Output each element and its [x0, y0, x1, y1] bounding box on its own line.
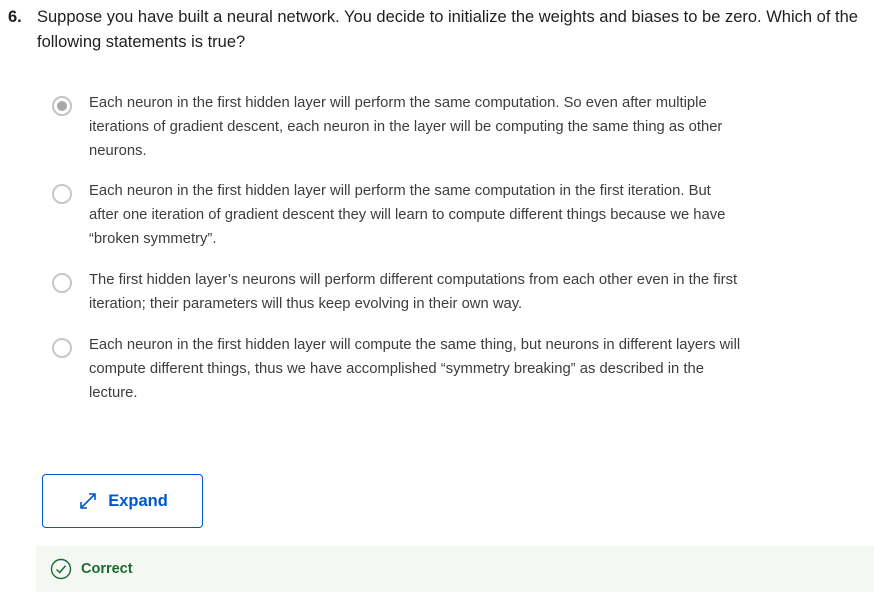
radio-unselected-icon[interactable] [52, 184, 72, 204]
result-label: Correct [81, 561, 133, 577]
check-circle-icon [50, 558, 72, 580]
question-text: Suppose you have built a neural network.… [37, 8, 858, 51]
radio-unselected-icon[interactable] [52, 273, 72, 293]
answer-option-text: Each neuron in the first hidden layer wi… [89, 337, 741, 401]
answer-option-1[interactable]: Each neuron in the first hidden layer wi… [52, 91, 742, 163]
answer-option-text: Each neuron in the first hidden layer wi… [89, 183, 726, 247]
expand-button-label: Expand [108, 491, 168, 510]
radio-selected-icon[interactable] [52, 96, 72, 116]
answer-option-3[interactable]: The first hidden layer’s neurons will pe… [52, 268, 742, 316]
expand-arrows-icon [77, 490, 99, 512]
answer-options: Each neuron in the first hidden layer wi… [52, 91, 742, 422]
answer-option-text: Each neuron in the first hidden layer wi… [89, 95, 723, 159]
result-feedback: Correct [36, 546, 874, 592]
answer-option-text: The first hidden layer’s neurons will pe… [89, 272, 738, 312]
answer-option-2[interactable]: Each neuron in the first hidden layer wi… [52, 179, 742, 251]
expand-button[interactable]: Expand [42, 474, 203, 528]
radio-unselected-icon[interactable] [52, 338, 72, 358]
answer-option-4[interactable]: Each neuron in the first hidden layer wi… [52, 333, 742, 405]
question: 6. Suppose you have built a neural netwo… [8, 5, 874, 55]
quiz-question-page: 6. Suppose you have built a neural netwo… [0, 0, 874, 592]
question-number: 6. [8, 8, 22, 26]
